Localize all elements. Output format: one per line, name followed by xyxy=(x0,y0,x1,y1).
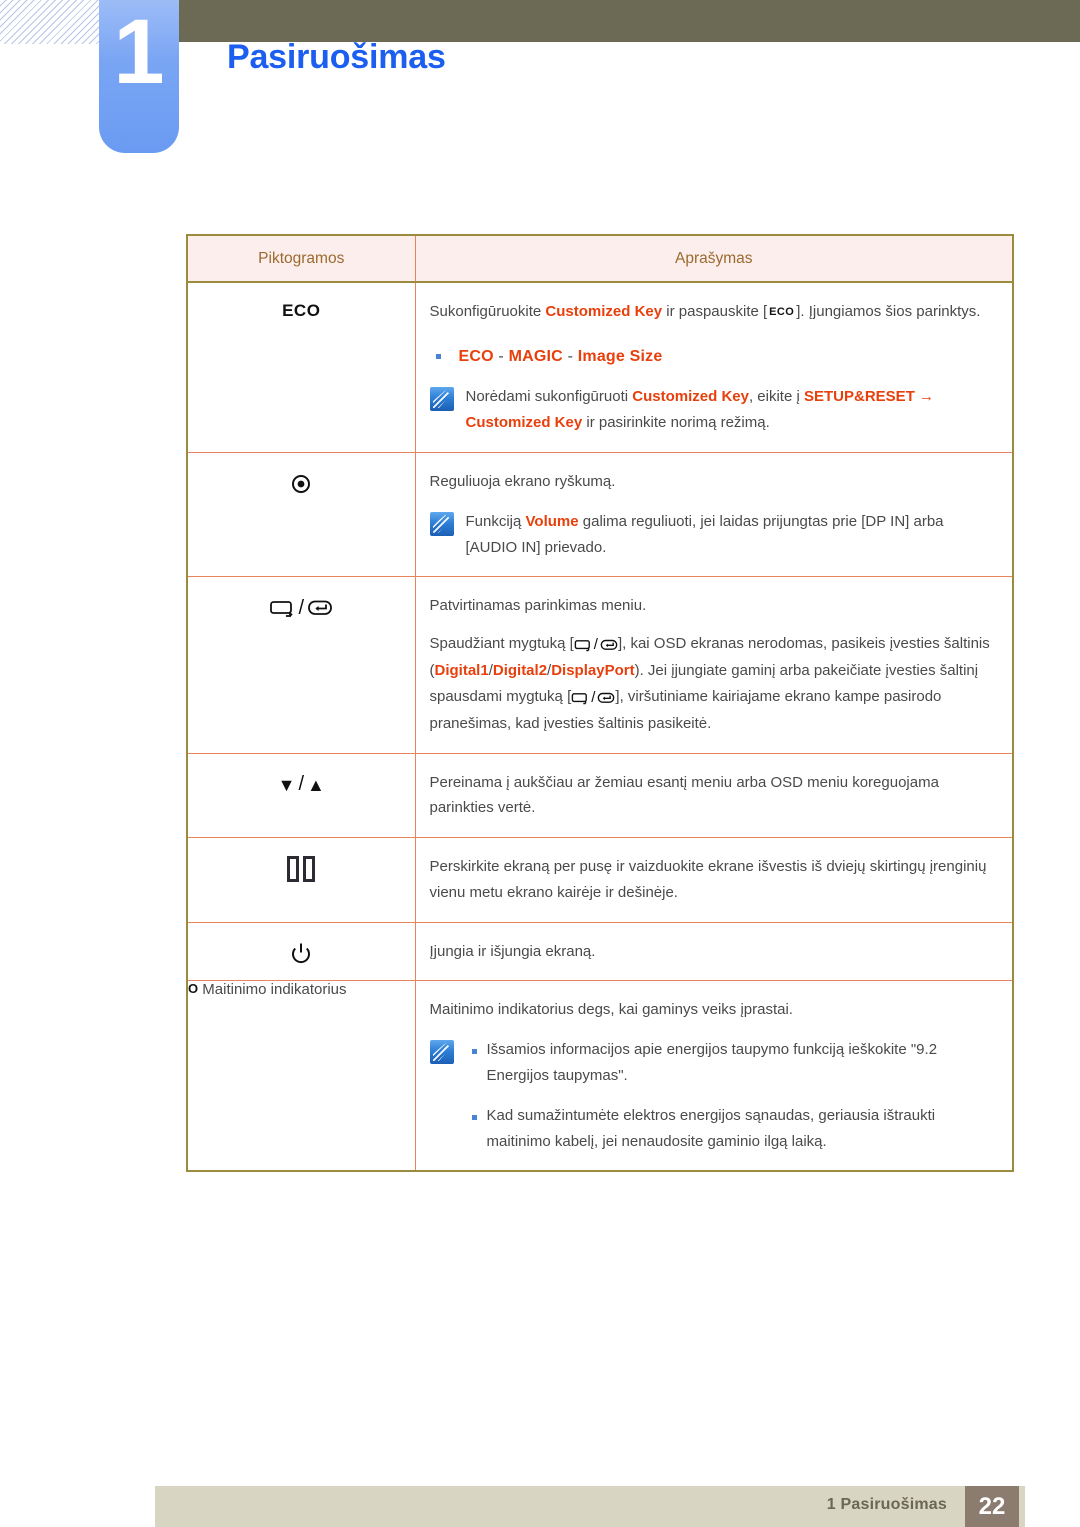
chapter-tab: 1 xyxy=(99,0,179,153)
text-fragment: Funkciją xyxy=(465,512,526,530)
table-row: Įjungia ir išjungia ekraną. xyxy=(186,921,1014,982)
option-separator: - xyxy=(493,347,509,365)
circle-dot-icon xyxy=(290,471,312,497)
header-band xyxy=(148,0,1080,42)
down-up-arrows-icon: ▼ / ▲ xyxy=(278,772,325,798)
table-row: Perskirkite ekraną per pusę ir vaizduoki… xyxy=(186,837,1014,923)
source-enter-inline-icon: / xyxy=(574,632,618,658)
column-header-description: Aprašymas xyxy=(414,234,1014,283)
power-indicator-description: Maitinimo indikatorius degs, kai gaminys… xyxy=(429,1001,793,1019)
slash-separator: / xyxy=(298,596,305,619)
note-pen-icon xyxy=(429,387,454,412)
icon-cell-eco: ECO xyxy=(186,281,416,453)
highlight-setup-reset: SETUP&RESET xyxy=(804,388,915,406)
highlight-customized-key: Customized Key xyxy=(632,388,749,406)
text-fragment: ]. Įjungiamos šios parinktys. xyxy=(796,303,981,320)
desc-cell-source-enter: Patvirtinamas parinkimas meniu. Spaudžia… xyxy=(414,576,1014,754)
highlight-digital1: Digital1 xyxy=(434,662,489,679)
note-block: Norėdami sukonfigūruoti Customized Key, … xyxy=(429,384,997,436)
note-text: Funkciją Volume galima reguliuoti, jei l… xyxy=(466,509,997,561)
table-row: ECO Sukonfigūruokite Customized Key ir p… xyxy=(186,281,1014,453)
desc-cell-navigate: Pereinama į aukščiau ar žemiau esantį me… xyxy=(414,752,1014,839)
text-fragment: Sukonfigūruokite xyxy=(429,303,546,320)
note-text: Norėdami sukonfigūruoti Customized Key, … xyxy=(466,384,997,436)
pip-left-pane xyxy=(287,856,300,883)
desc-cell-eco: Sukonfigūruokite Customized Key ir paspa… xyxy=(414,281,1014,453)
table-row: ▼ / ▲ Pereinama į aukščiau ar žemiau esa… xyxy=(186,752,1014,839)
eco-label: ECO xyxy=(282,301,321,320)
list-item: Kad sumažintumėte elektros energijos sąn… xyxy=(466,1103,997,1155)
icon-cell-pip xyxy=(186,837,416,923)
desc-cell-brightness: Reguliuoja ekrano ryškumą. Funkciją Volu… xyxy=(414,451,1014,578)
brightness-description: Reguliuoja ekrano ryškumą. xyxy=(429,472,616,490)
note-block: Išsamios informacijos apie energijos tau… xyxy=(429,1037,997,1154)
note-block: Funkciją Volume galima reguliuoti, jei l… xyxy=(429,509,997,561)
list-item-text: Kad sumažintumėte elektros energijos sąn… xyxy=(486,1106,936,1150)
triangle-up-icon: ▲ xyxy=(307,774,325,795)
desc-cell-power: Įjungia ir išjungia ekraną. xyxy=(414,921,1014,982)
power-icon xyxy=(290,941,312,967)
desc-cell-power-indicator: Maitinimo indikatorius degs, kai gaminys… xyxy=(414,980,1014,1172)
table-row: O Maitinimo indikatorius Maitinimo indik… xyxy=(186,980,1014,1172)
source-enter-long-paragraph: Spaudžiant mygtuką [/], kai OSD ekranas … xyxy=(430,631,997,736)
list-item: Išsamios informacijos apie energijos tau… xyxy=(466,1037,997,1089)
pip-right-pane xyxy=(303,856,316,883)
page-title: Pasiruošimas xyxy=(227,38,446,76)
eco-options-text: ECO - MAGIC - Image Size xyxy=(459,343,663,371)
footer-page-number: 22 xyxy=(965,1486,1019,1527)
option-image-size: Image Size xyxy=(577,347,663,365)
highlight-volume: Volume xyxy=(525,512,579,530)
corner-hatch-pattern xyxy=(0,0,104,44)
list-item-text: Išsamios informacijos apie energijos tau… xyxy=(486,1041,938,1085)
option-eco: ECO xyxy=(458,347,494,365)
option-magic: MAGIC xyxy=(508,347,563,365)
bullet-dot-icon xyxy=(471,1114,477,1120)
footer-chapter-label: 1 Pasiruošimas xyxy=(826,1496,947,1513)
icon-cell-navigate: ▼ / ▲ xyxy=(186,752,416,839)
note-pen-icon xyxy=(429,511,454,536)
table-row: Reguliuoja ekrano ryškumą. Funkciją Volu… xyxy=(186,451,1014,578)
source-enter-inline-icon: / xyxy=(571,685,615,711)
chapter-number: 1 xyxy=(113,1,165,103)
column-header-icons: Piktogramos xyxy=(186,234,416,283)
power-indicator-label: Maitinimo indikatorius xyxy=(202,981,347,999)
eco-options-bullet: ECO - MAGIC - Image Size xyxy=(430,343,997,371)
icon-cell-power xyxy=(186,921,416,982)
note-pen-icon xyxy=(429,1040,454,1065)
text-fragment: Norėdami sukonfigūruoti xyxy=(465,388,633,406)
footer-bar: 1 Pasiruošimas xyxy=(155,1486,1025,1527)
text-fragment: Spaudžiant mygtuką [ xyxy=(429,635,574,653)
highlight-customized-key: Customized Key xyxy=(465,414,583,432)
triangle-down-icon: ▼ xyxy=(277,774,296,795)
arrow-separator: → xyxy=(914,388,935,406)
desc-cell-pip: Perskirkite ekraną per pusę ir vaizduoki… xyxy=(414,837,1014,923)
note-text: Išsamios informacijos apie energijos tau… xyxy=(466,1037,997,1154)
eco-key-badge: ECO xyxy=(769,306,795,318)
icon-cell-brightness xyxy=(186,451,416,578)
table-header-row: Piktogramos Aprašymas xyxy=(186,234,1014,283)
button-reference-table: Piktogramos Aprašymas ECO Sukonfigūruoki… xyxy=(186,234,1014,1173)
source-enter-description: Patvirtinamas parinkimas meniu. xyxy=(429,597,647,615)
icon-cell-source-enter: / xyxy=(186,576,416,754)
text-fragment: , eikite į xyxy=(748,388,804,406)
highlight-displayport: DisplayPort xyxy=(551,662,635,679)
text-fragment: ir pasirinkite norimą režimą. xyxy=(582,414,770,432)
bullet-dot-icon xyxy=(471,1049,477,1055)
slash-separator: / xyxy=(298,773,305,795)
option-separator: - xyxy=(562,347,578,365)
eco-description-paragraph: Sukonfigūruokite Customized Key ir paspa… xyxy=(430,299,997,325)
power-indicator-marker-icon: O xyxy=(188,981,199,997)
highlight-customized-key: Customized Key xyxy=(545,303,663,320)
bullet-dot-icon xyxy=(435,353,441,359)
text-fragment: ir paspauskite [ xyxy=(662,303,768,320)
source-enter-icon: / xyxy=(269,595,333,621)
pip-split-screen-icon xyxy=(287,856,316,883)
highlight-digital2: Digital2 xyxy=(492,662,548,679)
table-row: / Patvirtinamas parinkimas meniu. Spaudž… xyxy=(186,576,1014,754)
icon-cell-power-indicator: O Maitinimo indikatorius xyxy=(186,980,416,1172)
